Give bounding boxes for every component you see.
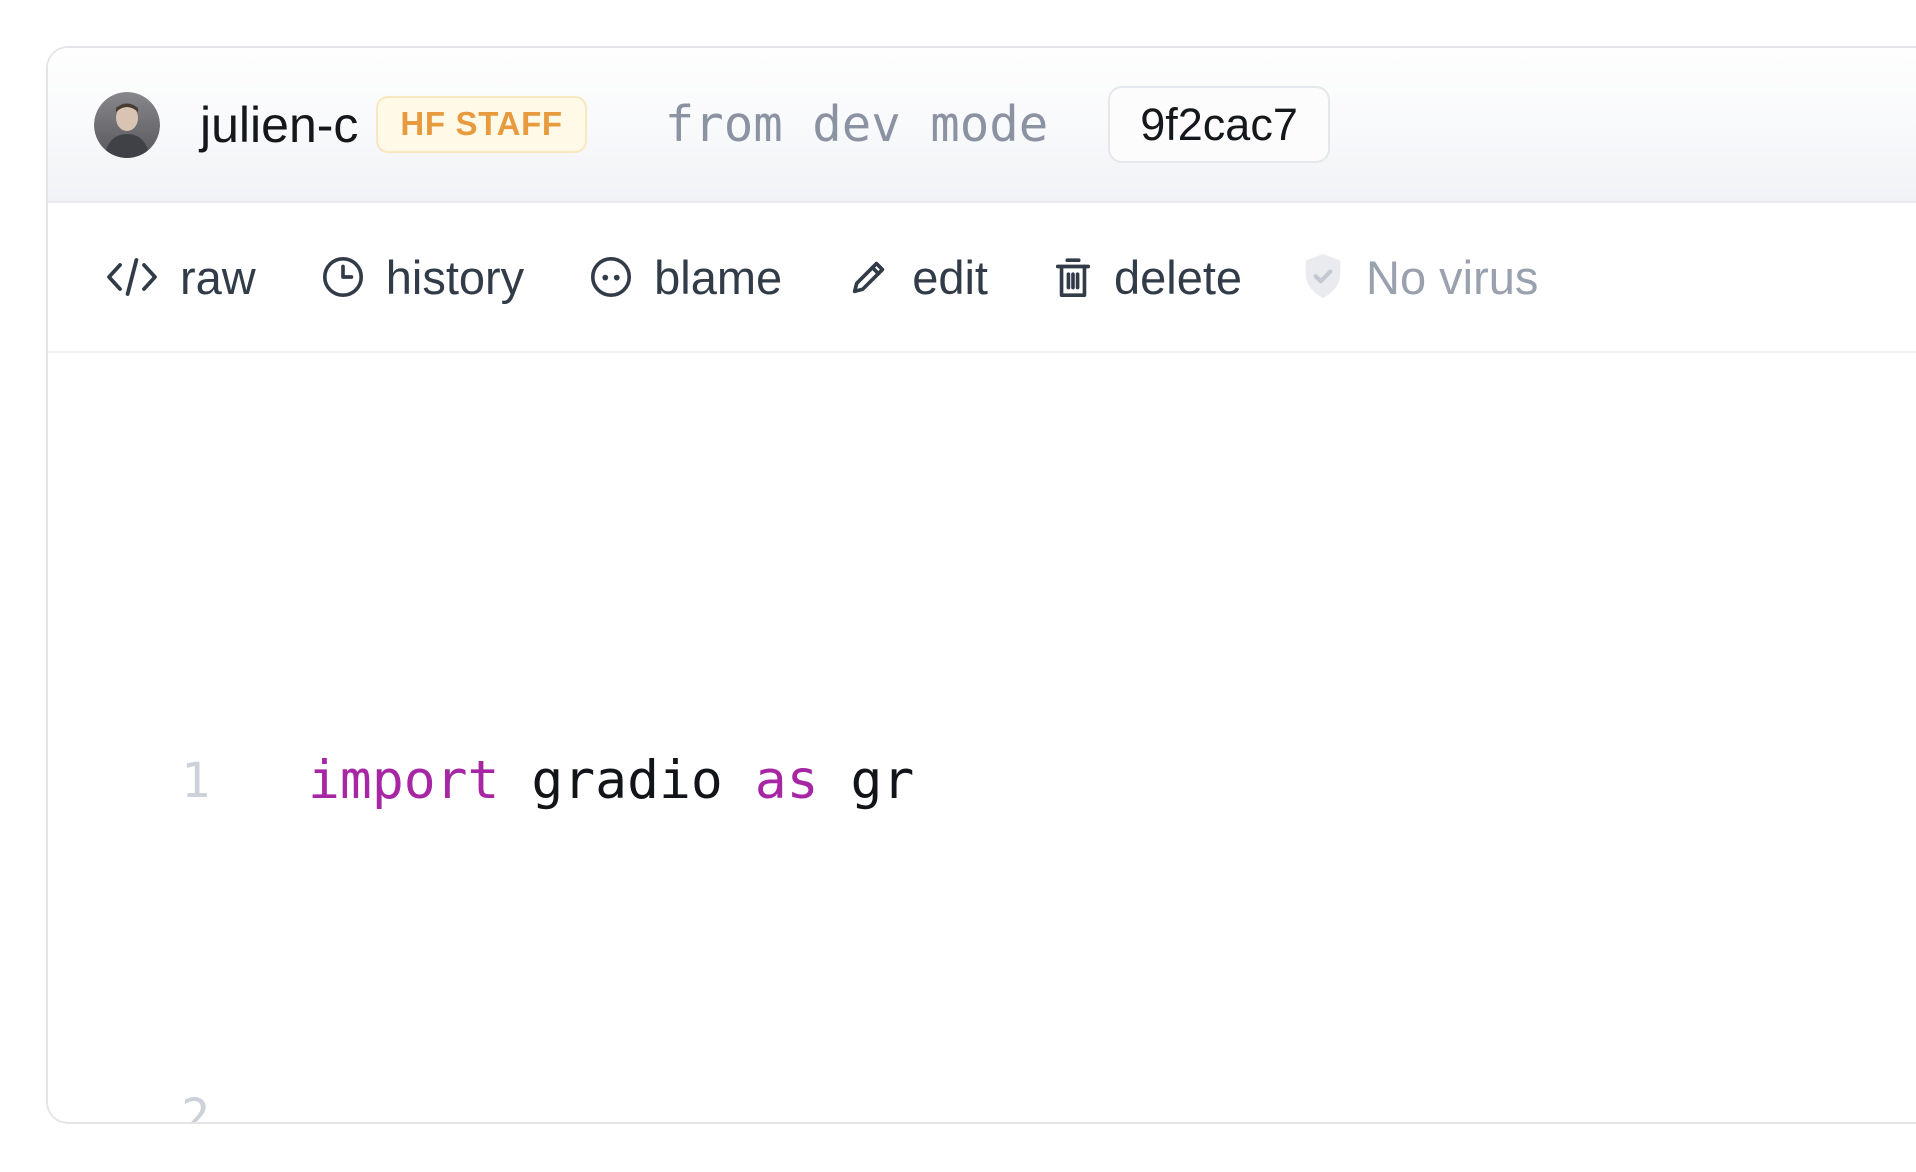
code-line: 2: [94, 1075, 1916, 1124]
virus-scan-status: No virus: [1300, 250, 1538, 305]
clock-icon: [320, 254, 366, 300]
code-token-plain: gr: [819, 750, 915, 811]
code-icon: [104, 254, 160, 300]
line-content: [210, 1075, 308, 1124]
commit-header: julien-c HF STAFF from dev mode 9f2cac7: [48, 48, 1916, 203]
trash-icon: [1052, 254, 1094, 300]
code-line: 1 import gradio as gr: [94, 739, 1916, 823]
virus-scan-label: No virus: [1366, 250, 1538, 305]
code-token-keyword: as: [755, 750, 819, 811]
toolbar-button-edit[interactable]: edit: [846, 250, 988, 305]
code-viewer: 1 import gradio as gr 2 3 def greet(name…: [48, 353, 1916, 1124]
file-toolbar: raw history blame edit delete No virus: [48, 203, 1916, 353]
toolbar-button-delete[interactable]: delete: [1052, 250, 1242, 305]
line-content: import gradio as gr: [210, 739, 914, 823]
toolbar-button-blame[interactable]: blame: [588, 250, 782, 305]
code-token-keyword: import: [308, 750, 499, 811]
author-link[interactable]: julien-c: [200, 96, 358, 154]
pencil-icon: [846, 254, 892, 300]
blame-face-icon: [588, 254, 634, 300]
commit-hash-chip[interactable]: 9f2cac7: [1108, 86, 1330, 164]
toolbar-button-raw[interactable]: raw: [104, 250, 256, 305]
commit-message: from dev mode: [665, 96, 1049, 153]
line-number[interactable]: 2: [94, 1075, 210, 1124]
hf-staff-badge: HF STAFF: [376, 96, 586, 152]
shield-check-icon: [1300, 252, 1346, 302]
author-avatar[interactable]: [94, 92, 160, 158]
file-viewer-card: julien-c HF STAFF from dev mode 9f2cac7 …: [46, 46, 1916, 1124]
avatar-photo-placeholder: [94, 92, 160, 158]
code-token-plain: gradio: [499, 750, 754, 811]
toolbar-button-history[interactable]: history: [320, 250, 524, 305]
line-number[interactable]: 1: [94, 739, 210, 823]
